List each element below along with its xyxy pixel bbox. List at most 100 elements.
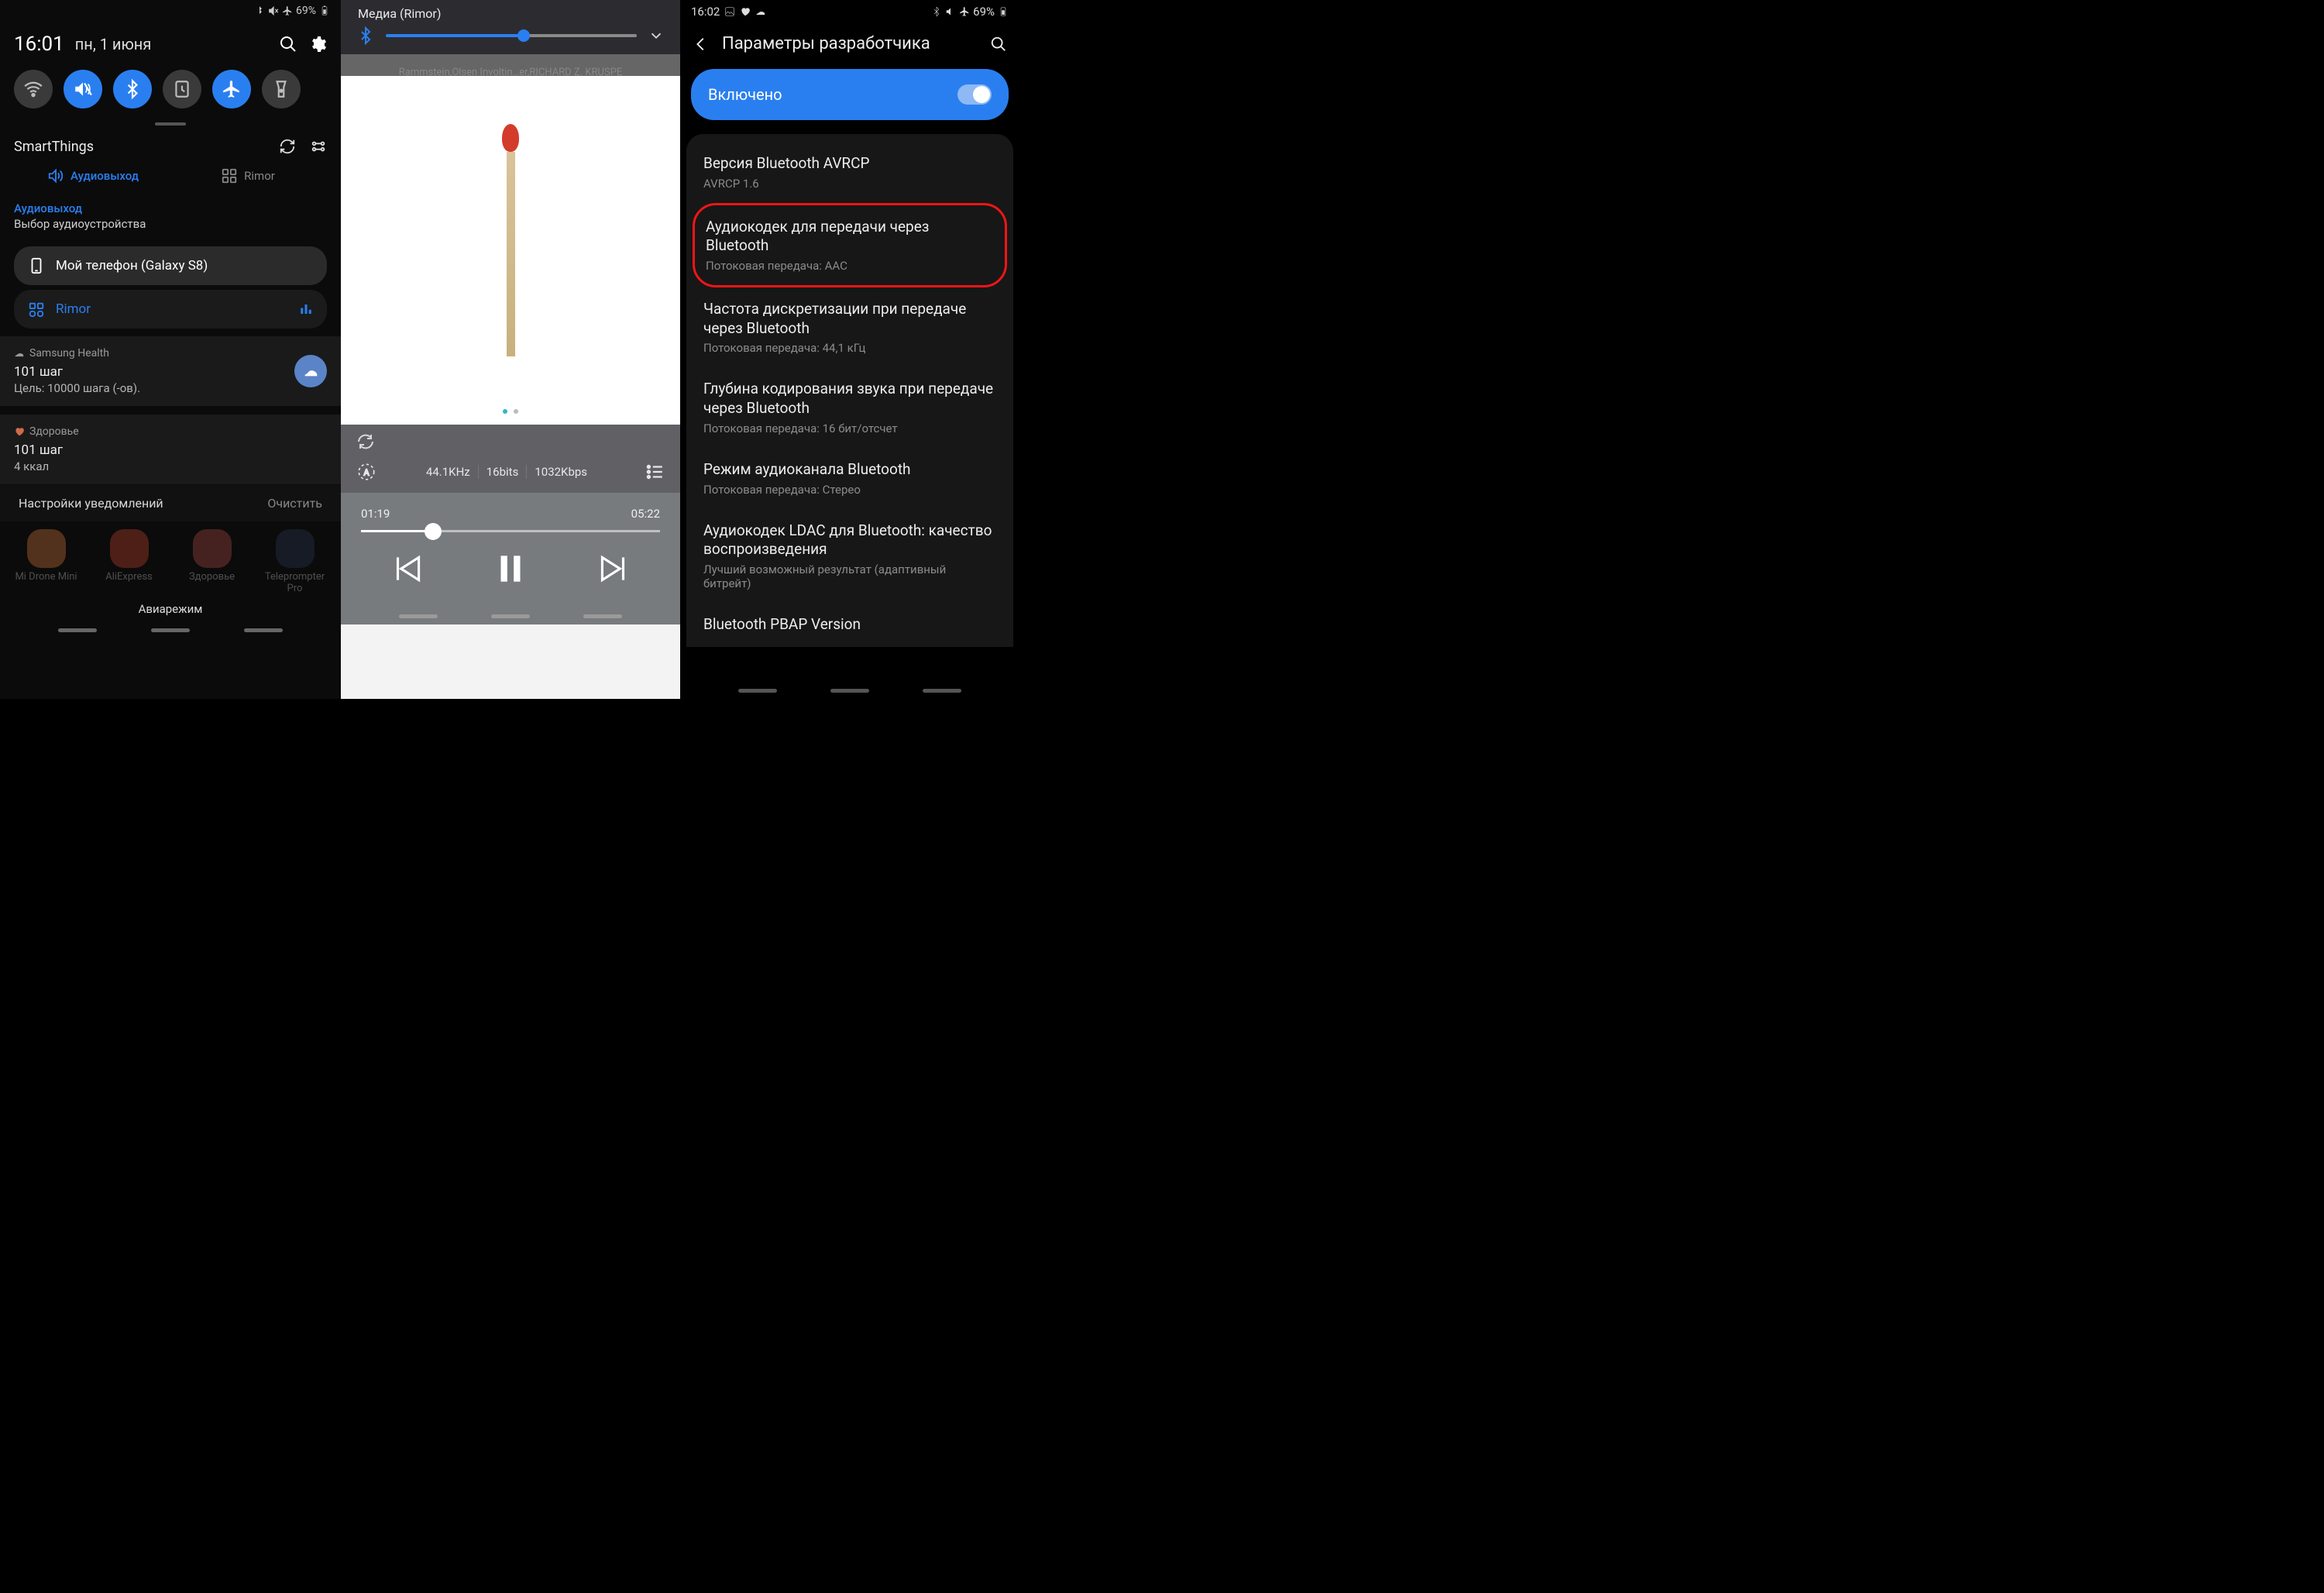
notif-health[interactable]: Здоровье 101 шаг 4 ккал	[0, 415, 341, 485]
nav-recents[interactable]	[738, 689, 777, 693]
wifi-toggle[interactable]	[14, 70, 53, 108]
heart-status-icon	[740, 6, 751, 17]
setting-channel-mode[interactable]: Режим аудиоканала Bluetooth Потоковая пе…	[693, 448, 1007, 509]
smartthings-tabs: Аудиовыход Rimor	[0, 163, 341, 195]
app-item: Здоровье	[180, 529, 244, 594]
album-cover[interactable]	[341, 76, 680, 425]
nav-bar	[680, 680, 1019, 699]
music-player: Медиа (Rimor) Rammstein,Olsen Involtin…e…	[341, 0, 680, 699]
volume-slider[interactable]	[386, 34, 637, 37]
mute-icon	[268, 5, 279, 16]
time-total: 05:22	[631, 507, 660, 521]
device-rimor[interactable]: Rimor	[14, 290, 327, 329]
page-dots	[503, 409, 518, 414]
nav-back[interactable]	[923, 689, 961, 693]
settings-list: Версия Bluetooth AVRCP AVRCP 1.6 Аудиоко…	[686, 134, 1013, 647]
search-icon[interactable]	[990, 36, 1007, 53]
repeat-icon[interactable]	[356, 432, 375, 451]
airplane-toggle[interactable]	[212, 70, 251, 108]
media-volume-overlay: Медиа (Rimor)	[341, 0, 680, 54]
audio-info-row: A 44.1KHz 16bits 1032Kbps	[341, 451, 680, 493]
setting-sample-rate[interactable]: Частота дискретизации при передаче через…	[693, 287, 1007, 367]
smartthings-row: SmartThings	[0, 130, 341, 163]
master-toggle-row[interactable]: Включено	[691, 69, 1009, 120]
audio-info-text: 44.1KHz 16bits 1032Kbps	[426, 465, 595, 479]
data-saver-toggle[interactable]	[163, 70, 201, 108]
seek-bar[interactable]	[361, 530, 660, 532]
airplane-status-icon	[959, 6, 970, 17]
chevron-down-icon[interactable]	[648, 27, 665, 44]
app-item: AliExpress	[98, 529, 161, 594]
date: пн, 1 июня	[75, 35, 152, 53]
refresh-icon[interactable]	[279, 138, 296, 155]
auto-icon[interactable]: A	[356, 462, 376, 482]
flashlight-toggle[interactable]	[262, 70, 301, 108]
nav-recents[interactable]	[399, 614, 438, 618]
nav-home[interactable]	[491, 614, 530, 618]
audio-output-block: Аудиовыход Выбор аудиоустройства	[0, 195, 341, 242]
device-phone-name: Мой телефон (Galaxy S8)	[56, 258, 313, 274]
next-button[interactable]	[594, 549, 633, 588]
tune-icon[interactable]	[310, 138, 327, 155]
nav-home[interactable]	[151, 628, 190, 632]
setting-audio-codec[interactable]: Аудиокодек для передачи через Bluetooth …	[693, 203, 1007, 287]
heart-icon	[14, 426, 25, 437]
setting-bit-depth[interactable]: Глубина кодирования звука при передаче ч…	[693, 367, 1007, 447]
enabled-label: Включено	[708, 85, 957, 104]
back-icon[interactable]	[693, 36, 710, 53]
battery-icon	[998, 6, 1009, 17]
clock: 16:02	[691, 5, 720, 19]
setting-ldac[interactable]: Аудиокодек LDAC для Bluetooth: качество …	[693, 509, 1007, 603]
setting-pbap[interactable]: Bluetooth PBAP Version	[693, 603, 1007, 647]
nav-recents[interactable]	[58, 628, 97, 632]
search-icon[interactable]	[279, 35, 297, 53]
smartthings-title: SmartThings	[14, 139, 265, 155]
battery-icon	[319, 5, 330, 16]
time-row: 01:19 05:22	[356, 507, 665, 527]
playlist-icon[interactable]	[645, 462, 665, 482]
page-title: Параметры разработчика	[722, 34, 978, 53]
airplane-label: Авиарежим	[0, 594, 341, 621]
prev-button[interactable]	[388, 549, 427, 588]
developer-options: 16:02 69% Параметры разработчика Включен…	[680, 0, 1019, 699]
bluetooth-status-icon	[254, 5, 265, 16]
notif-samsung-health[interactable]: Samsung Health 101 шаг Цель: 10000 шага …	[0, 336, 341, 407]
clock: 16:01	[14, 33, 64, 56]
bluetooth-status-icon	[931, 6, 942, 17]
tab-audio-output[interactable]: Аудиовыход	[15, 167, 170, 184]
device-phone[interactable]: Мой телефон (Galaxy S8)	[14, 246, 327, 285]
app-item: Mi Drone Mini	[15, 529, 78, 594]
tab-device-label: Rimor	[244, 169, 275, 183]
nav-bar	[0, 621, 341, 640]
master-switch[interactable]	[957, 84, 992, 105]
notification-shade: 69% 16:01 пн, 1 июня SmartThings Аудиовы…	[0, 0, 341, 699]
drag-handle[interactable]	[155, 122, 186, 126]
quick-toggles	[0, 64, 341, 122]
match-illustration	[502, 124, 519, 356]
pause-button[interactable]	[491, 549, 530, 588]
qs-header: 16:01 пн, 1 июня	[0, 22, 341, 64]
notif-settings-button[interactable]: Настройки уведомлений	[19, 496, 163, 511]
nav-back[interactable]	[583, 614, 622, 618]
mute-status-icon	[945, 6, 956, 17]
battery-percent: 69%	[973, 5, 995, 19]
bluetooth-toggle[interactable]	[113, 70, 152, 108]
shoe-icon	[14, 348, 25, 359]
settings-gear-icon[interactable]	[308, 35, 327, 53]
app-item: Teleprompter Pro	[263, 529, 327, 594]
setting-avrcp[interactable]: Версия Bluetooth AVRCP AVRCP 1.6	[693, 142, 1007, 203]
notif-title: 101 шаг	[14, 364, 327, 380]
bluetooth-icon	[356, 26, 375, 45]
playback-controls: 01:19 05:22	[341, 493, 680, 605]
media-overlay-title: Медиа (Rimor)	[358, 6, 441, 21]
equalizer-icon	[299, 302, 313, 316]
mute-toggle[interactable]	[64, 70, 102, 108]
nav-back[interactable]	[244, 628, 283, 632]
airplane-status-icon	[282, 5, 293, 16]
speaker-icon	[28, 301, 45, 318]
notif-app-row: Samsung Health	[14, 347, 327, 360]
tab-device[interactable]: Rimor	[170, 167, 325, 184]
clear-button[interactable]: Очистить	[267, 496, 322, 511]
nav-home[interactable]	[830, 689, 869, 693]
nav-bar	[341, 605, 680, 624]
